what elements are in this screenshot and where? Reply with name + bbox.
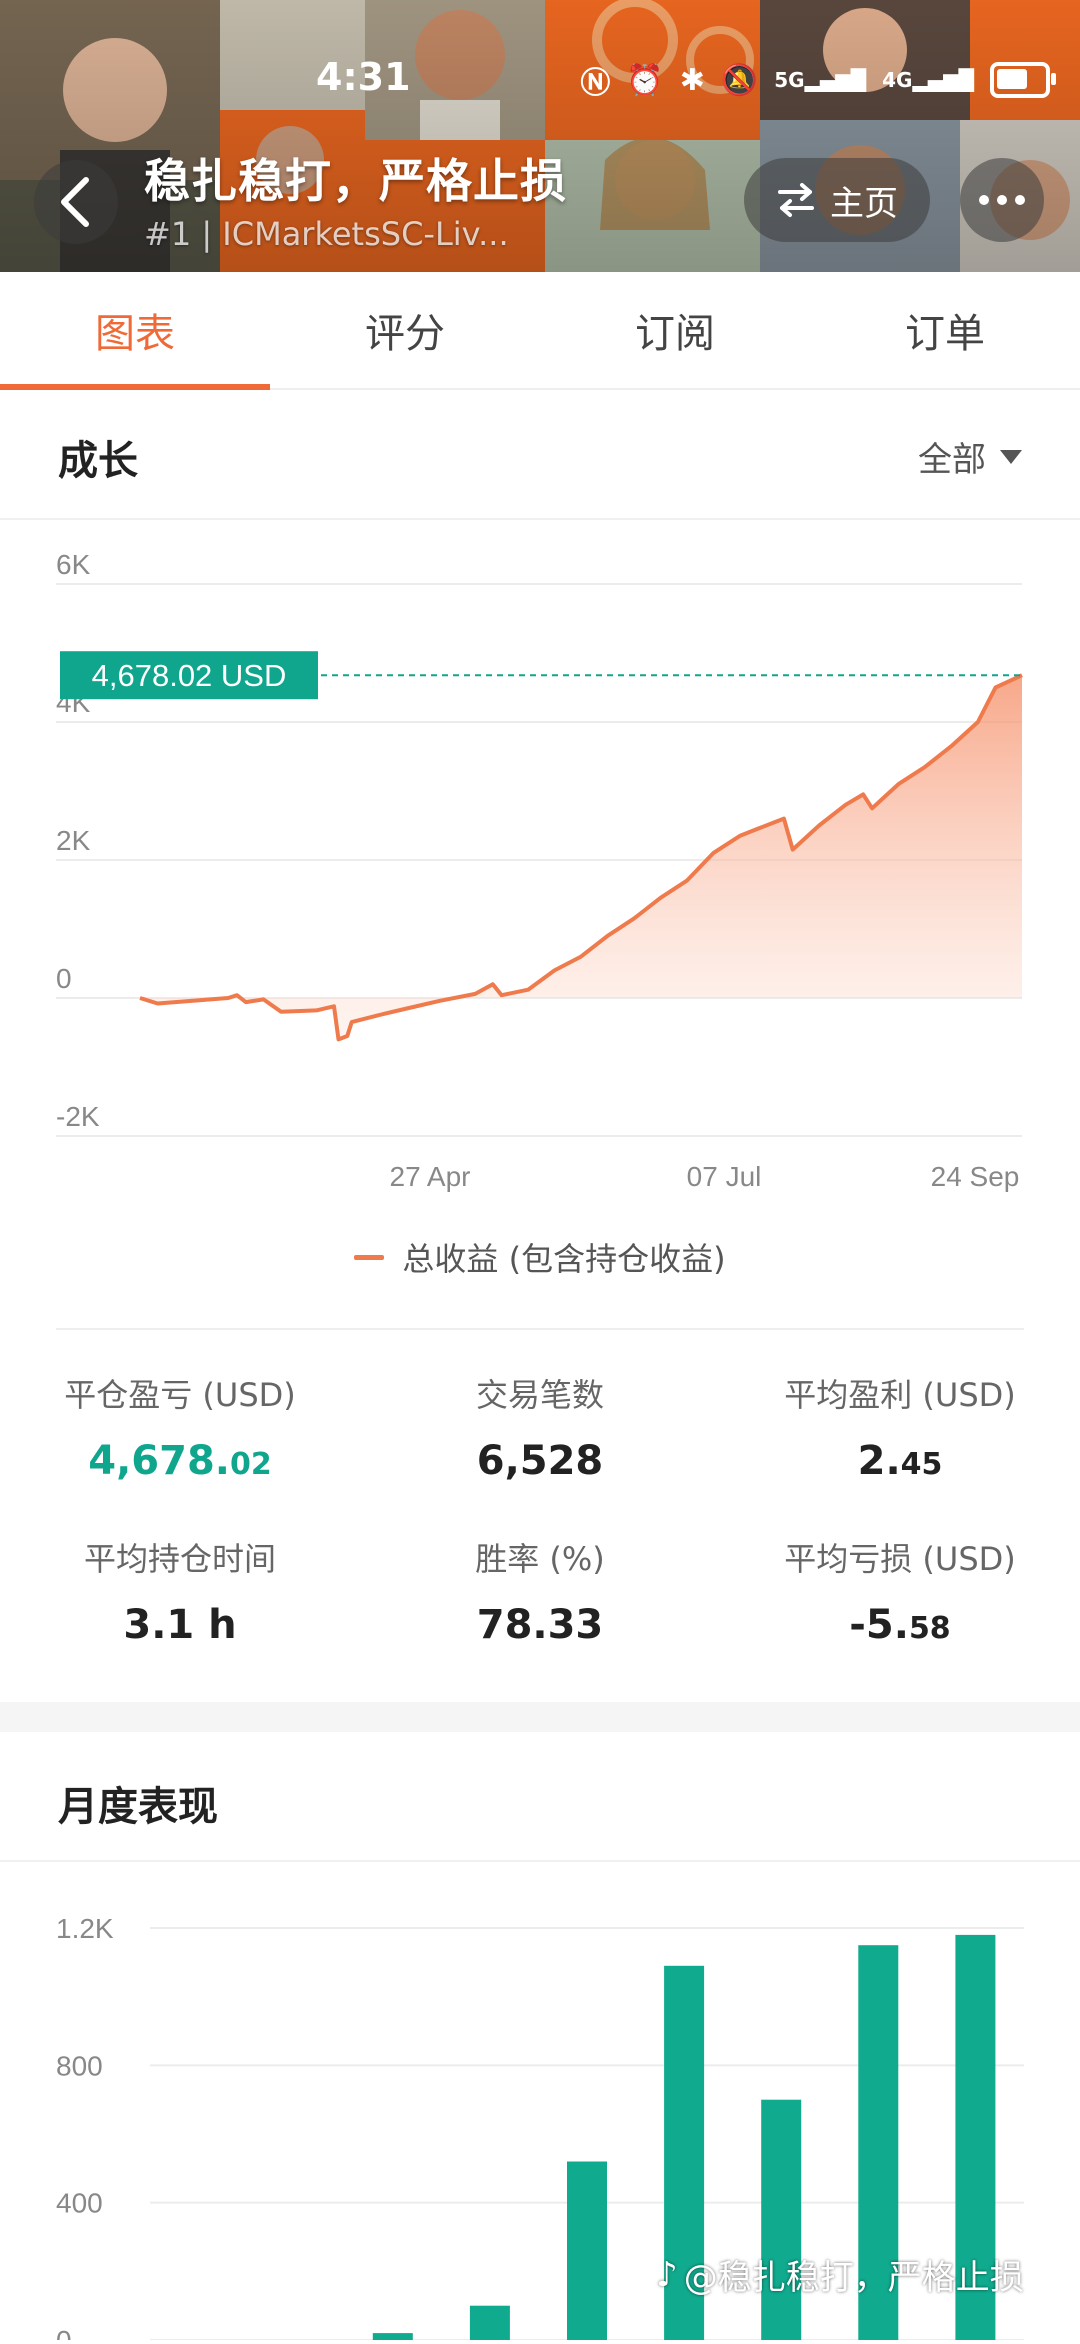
stat-label: 平仓盈亏 (USD) — [64, 1376, 296, 1414]
signal-5g-icon: 5G▂▄▆█ — [774, 68, 867, 92]
stat-win-rate: 胜率 (%) 78.33 — [360, 1534, 720, 1648]
stat-value: 3.1 h — [123, 1602, 237, 1648]
growth-header: 成长 全部 — [0, 390, 1080, 520]
mute-icon: 🔕 — [720, 62, 759, 98]
tab-chart[interactable]: 图表 — [0, 272, 270, 390]
stat-value: 78.33 — [476, 1602, 604, 1648]
more-dot-icon — [979, 195, 989, 205]
battery-icon — [990, 62, 1056, 98]
caret-down-icon — [1000, 449, 1022, 464]
bluetooth-icon: ✱ — [679, 62, 705, 98]
tab-bar: 图表 评分 订阅 订单 — [0, 272, 1080, 390]
stat-avg-profit: 平均盈利 (USD) 2.45 — [720, 1370, 1080, 1484]
alarm-icon: ⏰ — [626, 62, 664, 98]
growth-chart-svg: 6K4K2K0-2K27 Apr 07 Jul 24 Sep4,678.02 USD — [56, 549, 1023, 1192]
swap-arrows-icon — [778, 183, 814, 217]
monthly-header: 月度表现 — [0, 1732, 1080, 1862]
stat-label: 平均持仓时间 — [83, 1540, 276, 1578]
growth-title: 成长 — [58, 438, 138, 484]
series-area — [140, 675, 1022, 1040]
stat-label: 交易笔数 — [475, 1376, 604, 1414]
stat-value: 6,528 — [476, 1438, 604, 1484]
monthly-bar — [761, 2099, 802, 2340]
stat-value-main: 4,678. — [88, 1438, 230, 1484]
tab-orders[interactable]: 订单 — [810, 272, 1080, 388]
status-time: 4:31 — [316, 55, 411, 99]
stat-avg-loss: 平均亏损 (USD) -5.58 — [720, 1534, 1080, 1648]
stats-grid: 平仓盈亏 (USD) 4,678.02 交易笔数 6,528 平均盈利 (USD… — [0, 1370, 1080, 1700]
home-button-label: 主页 — [830, 183, 898, 224]
range-dropdown-label: 全部 — [918, 440, 986, 480]
signal-5g-label: 5G — [774, 68, 805, 92]
chevron-left-icon — [61, 177, 89, 227]
y-tick-label: -2K — [56, 1101, 100, 1132]
douyin-icon: ♪ — [656, 2254, 678, 2295]
more-options-button[interactable] — [960, 158, 1044, 242]
monthly-bar — [469, 2305, 510, 2340]
home-button[interactable]: 主页 — [744, 158, 930, 242]
y-tick-label: 6K — [56, 549, 91, 580]
divider — [56, 1328, 1024, 1330]
stat-value-decimal: 02 — [229, 1447, 272, 1482]
signal-4g-icon: 4G▂▄▆█ — [882, 68, 974, 92]
account-subtitle: #1 | ICMarketsSC-Liv... — [144, 215, 509, 253]
monthly-bar — [567, 2161, 607, 2340]
stat-value-main: -5. — [849, 1602, 909, 1648]
x-tick-label: 27 Apr — [390, 1161, 471, 1192]
stat-value-decimal: 45 — [900, 1447, 943, 1482]
watermark: ♪ @稳扎稳打，严格止损 — [656, 2250, 1024, 2299]
stat-avg-hold-time: 平均持仓时间 3.1 h — [0, 1534, 360, 1648]
profile-header: 4:31 Ⓝ ⏰ ✱ 🔕 5G▂▄▆█ 4G▂▄▆█ 稳扎稳打，严格止损 #1 … — [0, 0, 1080, 272]
stat-value-main: 2. — [857, 1438, 901, 1484]
stat-label: 平均亏损 (USD) — [784, 1540, 1016, 1578]
x-tick-label: 24 Sep — [931, 1161, 1020, 1192]
y-tick-label: 0 — [56, 963, 72, 994]
x-tick-label: 07 Jul — [687, 1161, 762, 1192]
stat-value: 4,678.02 — [0, 1438, 360, 1484]
y-tick-label: 800 — [56, 2050, 103, 2081]
current-value-label: 4,678.02 USD — [92, 658, 287, 693]
stat-value: -5.58 — [720, 1602, 1080, 1648]
growth-legend: 总收益 (包含持仓收益) — [0, 1234, 1080, 1280]
range-dropdown[interactable]: 全部 — [918, 432, 1022, 481]
tab-rating[interactable]: 评分 — [270, 272, 540, 388]
status-bar: 4:31 Ⓝ ⏰ ✱ 🔕 5G▂▄▆█ 4G▂▄▆█ — [0, 0, 1080, 150]
watermark-text: @稳扎稳打，严格止损 — [683, 2258, 1024, 2298]
more-dot-icon — [997, 195, 1007, 205]
y-tick-label: 2K — [56, 825, 91, 856]
strategy-title: 稳扎稳打，严格止损 — [144, 154, 567, 208]
monthly-title: 月度表现 — [58, 1784, 218, 1830]
stat-value-decimal: 58 — [908, 1611, 951, 1646]
y-tick-label: 0 — [56, 2325, 72, 2340]
signal-4g-label: 4G — [882, 68, 913, 92]
y-tick-label: 400 — [56, 2188, 103, 2219]
stat-label: 胜率 (%) — [475, 1540, 605, 1578]
legend-swatch — [354, 1254, 385, 1260]
tab-subscribe[interactable]: 订阅 — [540, 272, 810, 388]
legend-label: 总收益 (包含持仓收益) — [402, 1240, 726, 1278]
monthly-bar — [372, 2333, 413, 2340]
growth-chart: 6K 4K 2K 0 -2K 27 Apr 07 Jul 24 Sep 4,678.02 USD — [0, 518, 1080, 1198]
nfc-icon: Ⓝ — [580, 66, 611, 101]
status-icons: Ⓝ ⏰ ✱ 🔕 5G▂▄▆█ 4G▂▄▆█ — [580, 58, 1056, 102]
back-button[interactable] — [34, 160, 118, 244]
stat-label: 平均盈利 (USD) — [784, 1376, 1016, 1414]
section-gap — [0, 1702, 1080, 1732]
more-dot-icon — [1015, 195, 1025, 205]
stat-trade-count: 交易笔数 6,528 — [360, 1370, 720, 1484]
stat-value: 2.45 — [720, 1438, 1080, 1484]
y-tick-label: 1.2K — [56, 1913, 114, 1944]
stat-closed-pnl: 平仓盈亏 (USD) 4,678.02 — [0, 1370, 360, 1484]
